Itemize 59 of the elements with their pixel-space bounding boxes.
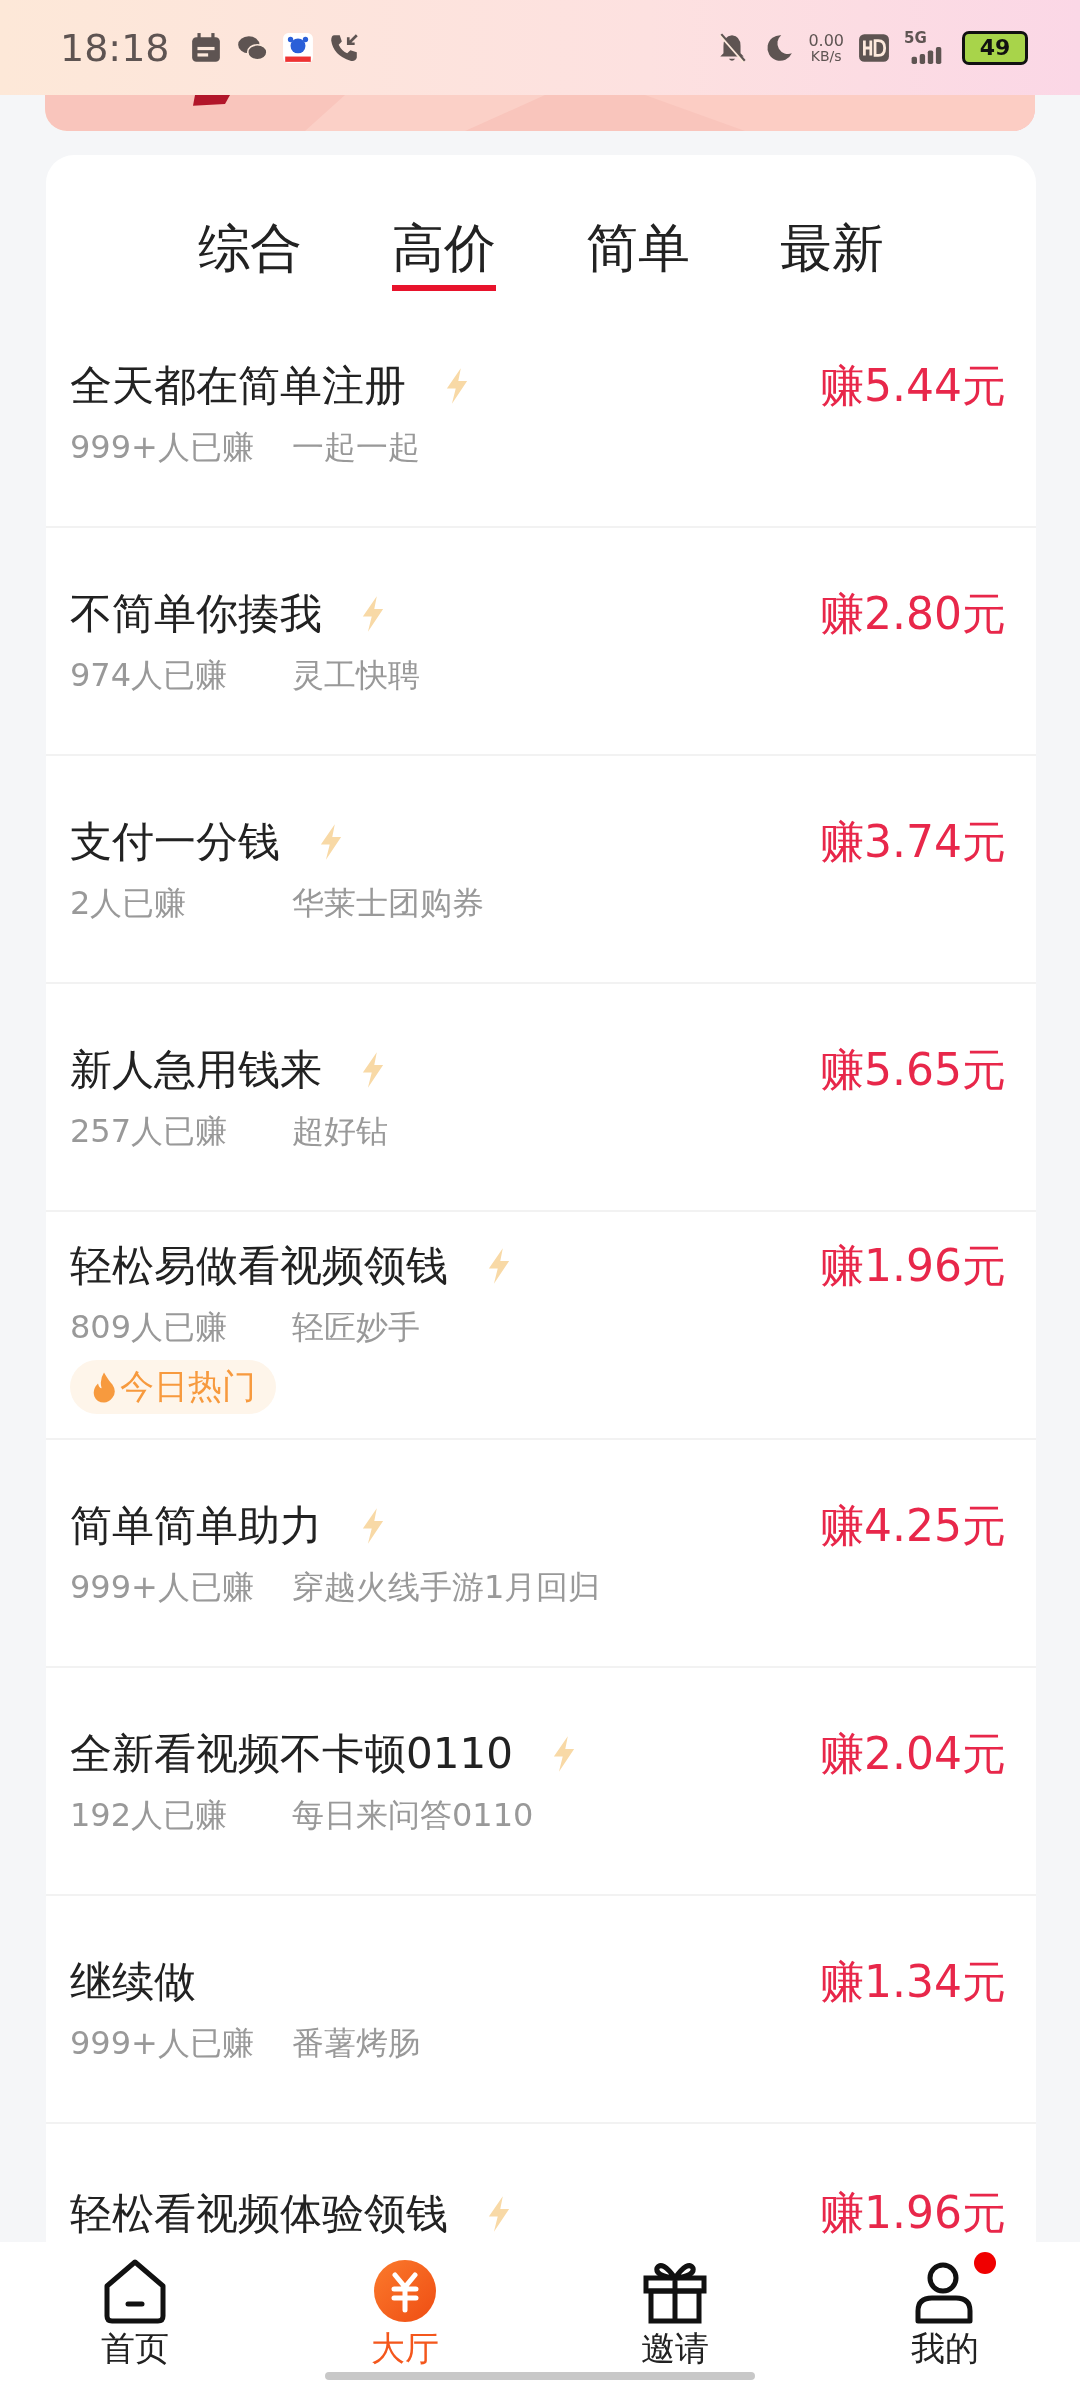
task-item[interactable]: 不简单你揍我 赚2.80元 974人已赚 灵工快聘	[46, 528, 1036, 756]
reward-amount: 赚4.25元	[820, 1498, 1006, 1553]
reward-amount: 赚1.34元	[820, 1954, 1006, 2009]
network-speed: 0.00	[808, 32, 844, 49]
task-title: 简单简单助力	[70, 1500, 322, 1552]
earned-count: 809人已赚	[70, 1306, 229, 1348]
earned-count: 974人已赚	[70, 654, 229, 696]
earned-count: 257人已赚	[70, 1110, 229, 1152]
task-item[interactable]: 继续做 赚1.34元 999+人已赚 番薯烤肠	[46, 1896, 1036, 2124]
task-title: 轻松看视频体验领钱	[70, 2187, 448, 2240]
task-title: 支付一分钱	[70, 816, 280, 868]
task-title: 全新看视频不卡顿0110	[70, 1728, 513, 1780]
task-item[interactable]: 支付一分钱 赚3.74元 2人已赚 华莱士团购券	[46, 756, 1036, 984]
reward-amount: 赚3.74元	[820, 814, 1006, 869]
earned-count: 999+人已赚	[70, 2022, 255, 2064]
earned-count: 192人已赚	[70, 1794, 229, 1836]
task-item[interactable]: 全新看视频不卡顿0110 赚2.04元 192人已赚 每日来问答0110	[46, 1668, 1036, 1896]
nav-tab[interactable]: 我的	[845, 2256, 1045, 2369]
earned-count: 2人已赚	[70, 882, 188, 924]
earned-count: 999+人已赚	[70, 426, 255, 468]
tab[interactable]: 最新	[780, 217, 884, 291]
merchant-name: 每日来问答0110	[292, 1794, 534, 1836]
status-time: 18:18	[60, 25, 170, 70]
reward-amount: 赚2.80元	[820, 586, 1006, 641]
task-item[interactable]: 全天都在简单注册 赚5.44元 999+人已赚 一起一起	[46, 300, 1036, 528]
fire-icon	[92, 1370, 116, 1403]
task-item[interactable]: 新人急用钱来 赚5.65元 257人已赚 超好钻	[46, 984, 1036, 1212]
merchant-name: 一起一起	[292, 426, 420, 468]
nav-tab[interactable]: 邀请	[575, 2256, 775, 2369]
reward-amount: 赚2.04元	[820, 1726, 1006, 1781]
task-title: 不简单你揍我	[70, 588, 322, 640]
merchant-name: 华莱士团购券	[292, 882, 484, 924]
merchant-name: 超好钻	[292, 1110, 388, 1152]
hd-icon	[858, 31, 890, 64]
reward-amount: 赚1.96元	[820, 2186, 1006, 2240]
task-title: 新人急用钱来	[70, 1044, 322, 1096]
task-title: 轻松易做看视频领钱	[70, 1240, 448, 1292]
reward-amount: 赚1.96元	[820, 1238, 1006, 1293]
calendar-icon	[189, 31, 222, 64]
merchant-name: 番薯烤肠	[292, 2022, 420, 2064]
merchant-name: 轻匠妙手	[292, 1306, 420, 1348]
earned-count: 999+人已赚	[70, 1566, 255, 1608]
nav-tab[interactable]: 首页	[35, 2256, 235, 2369]
tab[interactable]: 简单	[586, 217, 690, 291]
reward-amount: 赚5.44元	[820, 358, 1006, 413]
battery-indicator: 49	[962, 30, 1028, 65]
tab[interactable]: 综合	[198, 217, 302, 291]
reward-amount: 赚5.65元	[820, 1042, 1006, 1097]
task-item[interactable]: 轻松易做看视频领钱 赚1.96元 809人已赚 轻匠妙手 今日热门	[46, 1212, 1036, 1440]
task-title: 继续做	[70, 1956, 196, 2008]
merchant-name: 灵工快聘	[292, 654, 420, 696]
merchant-name: 穿越火线手游1月回归	[292, 1566, 601, 1608]
task-item[interactable]: 简单简单助力 赚4.25元 999+人已赚 穿越火线手游1月回归	[46, 1440, 1036, 1668]
task-title: 全天都在简单注册	[70, 360, 406, 412]
speed-unit: KB/s	[810, 48, 842, 63]
tab[interactable]: 高价	[392, 217, 496, 291]
app-icon	[281, 31, 314, 64]
network-type: 5G	[904, 31, 927, 46]
hot-tag: 今日热门	[70, 1359, 276, 1414]
